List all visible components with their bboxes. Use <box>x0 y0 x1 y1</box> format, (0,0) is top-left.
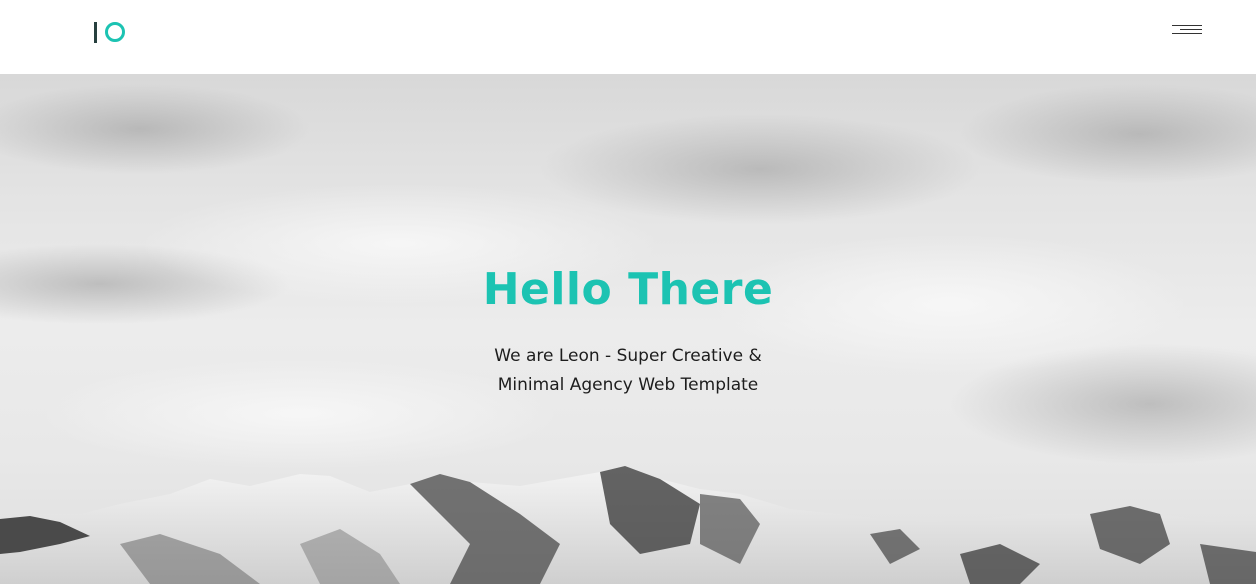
hero-subtitle: We are Leon - Super Creative & Minimal A… <box>418 342 838 400</box>
menu-button[interactable] <box>1170 22 1204 40</box>
hamburger-icon-line <box>1172 33 1202 34</box>
page: Hello There We are Leon - Super Creative… <box>0 0 1256 584</box>
hero-subtitle-line-2: Minimal Agency Web Template <box>497 375 759 395</box>
hamburger-icon-line <box>1180 29 1202 30</box>
header <box>0 0 1256 74</box>
hamburger-icon <box>1172 25 1202 26</box>
hero-subtitle-line-1: We are Leon - Super Creative & <box>494 346 762 366</box>
hero-text: Hello There We are Leon - Super Creative… <box>0 260 1256 400</box>
logo-icon[interactable] <box>94 20 130 44</box>
hero-section: Hello There We are Leon - Super Creative… <box>0 74 1256 584</box>
hero-title: Hello There <box>482 264 774 315</box>
logo-ring <box>105 22 125 42</box>
logo-bar <box>94 21 97 43</box>
